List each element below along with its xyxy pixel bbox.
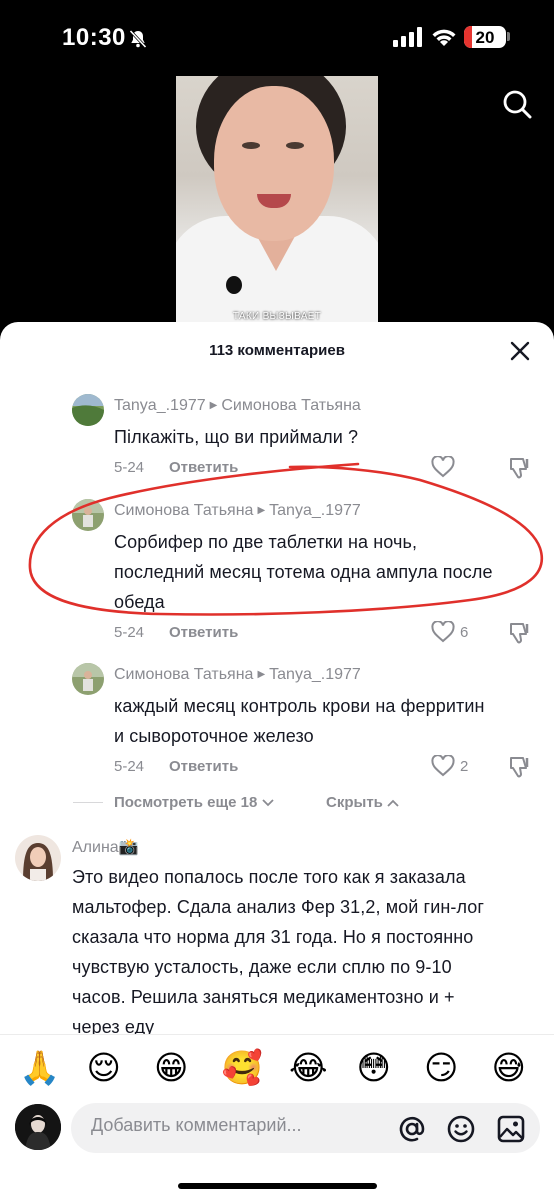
reply-arrow-icon: ▶ — [257, 505, 266, 516]
home-indicator — [178, 1183, 377, 1189]
close-icon[interactable] — [509, 340, 531, 362]
video-person-eye — [242, 142, 260, 149]
comment-input[interactable] — [91, 1115, 391, 1136]
status-bar: 10:30 20 — [0, 0, 554, 76]
hide-replies-button[interactable]: Скрыть — [326, 794, 399, 811]
comment-input-box[interactable] — [71, 1103, 540, 1153]
image-icon[interactable] — [497, 1115, 525, 1148]
emoji-button[interactable]: 😌 — [87, 1048, 121, 1088]
comment-date: 5-24 — [114, 624, 145, 641]
heart-icon[interactable] — [431, 620, 455, 648]
dislike-icon[interactable] — [509, 621, 531, 650]
heart-icon[interactable] — [431, 754, 455, 782]
dislike-icon[interactable] — [509, 456, 531, 485]
comment-text-line: последний месяц тотема одна ампула после — [114, 562, 493, 582]
comment-text-line: Сорбифер по две таблетки на ночь, — [114, 532, 418, 552]
video-person-face — [214, 86, 334, 241]
hide-label: Скрыть — [326, 794, 383, 811]
comment-text-line: и сывороточное железо — [114, 726, 314, 746]
reply-meta: Симонова Татьяна ▶ Tanya_.1977 — [114, 502, 361, 520]
reply-meta: Tanya_.1977 ▶ Симонова Татьяна — [114, 397, 361, 415]
video-preview[interactable]: ТАКИ ВЫЗЫВАЕТ — [176, 76, 378, 326]
comment-date: 5-24 — [114, 459, 145, 476]
emoji-button[interactable]: 😳 — [357, 1048, 391, 1088]
reply-button[interactable]: Ответить — [169, 758, 238, 775]
comment-author[interactable]: Алина📸 — [72, 837, 139, 857]
comment-text-line: чувствую усталость, даже если сплю по 9-… — [72, 957, 452, 977]
signal-icon — [393, 27, 423, 52]
reply-to-user[interactable]: Tanya_.1977 — [269, 666, 361, 683]
at-icon[interactable] — [398, 1115, 426, 1148]
emoji-icon[interactable] — [447, 1115, 475, 1148]
emoji-button[interactable]: 😁 — [154, 1048, 188, 1088]
search-icon[interactable] — [502, 89, 532, 124]
battery-indicator: 20 — [464, 26, 506, 48]
comment-text-line: сказала что норма для 31 года. Но я пост… — [72, 927, 474, 947]
comment-text: Это видео попалось после того как я зака… — [72, 862, 542, 1042]
emoji-button[interactable]: 🙏 — [19, 1048, 60, 1088]
reply-button[interactable]: Ответить — [169, 624, 238, 641]
video-caption: ТАКИ ВЫЗЫВАЕТ — [232, 311, 322, 322]
reply-button[interactable]: Ответить — [169, 459, 238, 476]
comment-text-line: мальтофер. Сдала анализ Фер 31,2, мой ги… — [72, 897, 485, 917]
comment-text-line: часов. Решила заняться медикаментозно и … — [72, 987, 455, 1007]
reply-arrow-icon: ▶ — [257, 669, 266, 680]
comment-text-line: Это видео попалось после того как я зака… — [72, 867, 466, 887]
reply-to-user[interactable]: Tanya_.1977 — [269, 502, 361, 519]
comment-text-line: каждый месяц контроль крови на ферритин — [114, 696, 485, 716]
lapel-mic — [226, 276, 242, 294]
dislike-icon[interactable] — [509, 755, 531, 784]
avatar[interactable] — [15, 835, 61, 881]
status-time: 10:30 — [62, 24, 126, 51]
like-count: 2 — [460, 758, 469, 775]
emoji-button[interactable]: 😂 — [289, 1048, 328, 1088]
comment-author[interactable]: Tanya_.1977 — [114, 397, 206, 414]
comment-text: каждый месяц контроль крови на ферритин … — [114, 691, 534, 751]
comments-count-title: 113 комментариев — [209, 342, 345, 359]
heart-icon[interactable] — [431, 455, 455, 483]
avatar[interactable] — [72, 394, 104, 426]
avatar[interactable] — [15, 1104, 61, 1150]
chevron-up-icon — [387, 794, 399, 811]
comment-author[interactable]: Симонова Татьяна — [114, 502, 253, 519]
reply-meta: Симонова Татьяна ▶ Tanya_.1977 — [114, 666, 361, 684]
battery-tip — [507, 32, 510, 41]
emoji-button[interactable]: 😏 — [424, 1048, 458, 1088]
emoji-button[interactable]: 🥰 — [222, 1048, 263, 1088]
comment-author[interactable]: Симонова Татьяна — [114, 666, 253, 683]
emoji-button[interactable]: 😅 — [492, 1048, 526, 1088]
comment-date: 5-24 — [114, 758, 145, 775]
view-more-replies-button[interactable]: Посмотреть еще 18 — [114, 794, 274, 811]
reply-arrow-icon: ▶ — [209, 400, 218, 411]
divider — [73, 802, 103, 803]
comment-text-line: Пілкажіть, що ви приймали ? — [114, 427, 359, 447]
comment-text-line: обеда — [114, 592, 165, 612]
wifi-icon — [430, 26, 458, 53]
video-person-mouth — [257, 194, 291, 208]
view-more-label: Посмотреть еще 18 — [114, 794, 258, 811]
avatar[interactable] — [72, 499, 104, 531]
avatar[interactable] — [72, 663, 104, 695]
like-count: 6 — [460, 624, 469, 641]
reply-to-user[interactable]: Симонова Татьяна — [221, 397, 360, 414]
comment-text: Пілкажіть, що ви приймали ? — [114, 422, 534, 452]
video-person-eye — [286, 142, 304, 149]
bell-slash-icon — [127, 28, 149, 55]
chevron-down-icon — [261, 794, 274, 811]
comment-text: Сорбифер по две таблетки на ночь, послед… — [114, 527, 544, 617]
battery-percent: 20 — [475, 28, 495, 47]
